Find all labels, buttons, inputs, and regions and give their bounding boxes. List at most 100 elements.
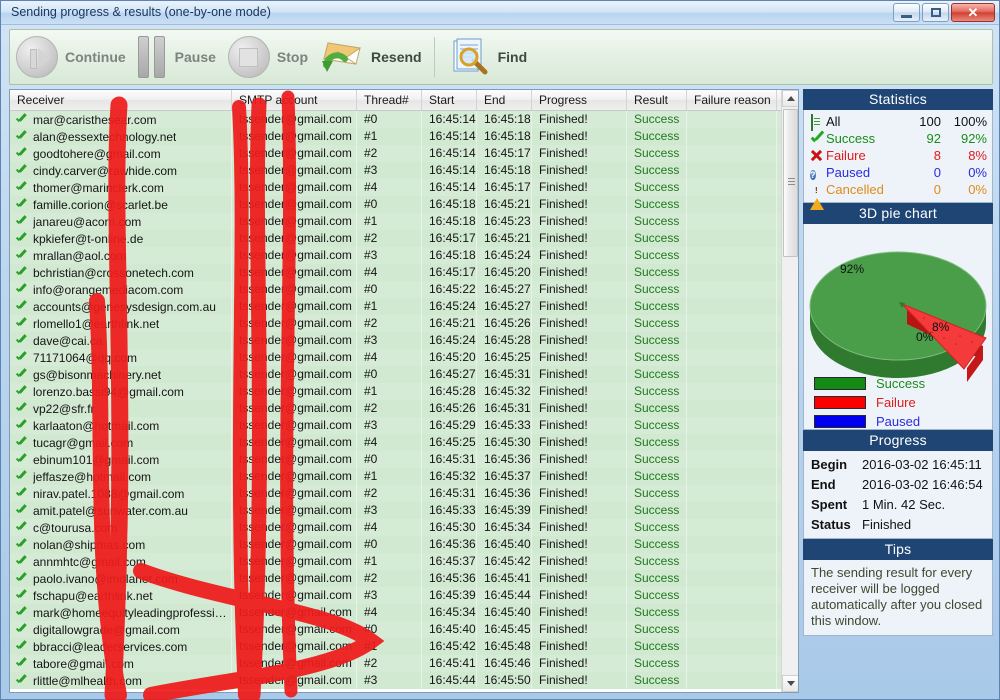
- cell-progress: Finished!: [532, 383, 627, 400]
- cell-result: Success: [627, 247, 687, 264]
- progress-value: Finished: [862, 517, 911, 532]
- table-row[interactable]: lorenzo.bassi94@gmail.comtssender@gmail.…: [10, 383, 782, 400]
- stop-button[interactable]: Stop: [222, 31, 314, 83]
- column-header-result[interactable]: Result: [627, 90, 687, 110]
- cell-reason: [687, 315, 777, 332]
- cell-reason: [687, 400, 777, 417]
- table-row[interactable]: tucagr@gmail.comtssender@gmail.com#416:4…: [10, 434, 782, 451]
- table-row[interactable]: alan@essextechnology.nettssender@gmail.c…: [10, 128, 782, 145]
- table-row[interactable]: 71171064@qq.comtssender@gmail.com#416:45…: [10, 349, 782, 366]
- scroll-down-button[interactable]: [782, 675, 799, 692]
- close-button[interactable]: ✕: [951, 3, 995, 22]
- table-row[interactable]: kpkiefer@t-online.detssender@gmail.com#2…: [10, 230, 782, 247]
- cell-end: 16:45:26: [477, 315, 532, 332]
- cell-start: 16:45:17: [422, 264, 477, 281]
- table-row[interactable]: tabore@gmail.comtssender@gmail.com#216:4…: [10, 655, 782, 672]
- pause-button[interactable]: Pause: [132, 31, 222, 83]
- column-header-progress[interactable]: Progress: [532, 90, 627, 110]
- pause-label: Pause: [175, 49, 216, 65]
- table-row[interactable]: ebinum101@gmail.comtssender@gmail.com#01…: [10, 451, 782, 468]
- cell-smtp: tssender@gmail.com: [232, 655, 357, 672]
- table-row[interactable]: accounts@genesysdesign.com.autssender@gm…: [10, 298, 782, 315]
- cell-reason: [687, 485, 777, 502]
- table-row[interactable]: c@tourusa.comtssender@gmail.com#416:45:3…: [10, 519, 782, 536]
- find-button[interactable]: Find: [441, 31, 534, 83]
- table-row[interactable]: amit.patel@sunwater.com.autssender@gmail…: [10, 502, 782, 519]
- cell-start: 16:45:33: [422, 502, 477, 519]
- column-header-start[interactable]: Start: [422, 90, 477, 110]
- cell-thread: #0: [357, 536, 422, 553]
- cell-start: 16:45:44: [422, 672, 477, 689]
- table-row[interactable]: karlaaton@hotmail.comtssender@gmail.com#…: [10, 417, 782, 434]
- column-header-receiver[interactable]: Receiver: [10, 90, 232, 110]
- table-row[interactable]: cindy.carver@rawhide.comtssender@gmail.c…: [10, 162, 782, 179]
- table-row[interactable]: info@orangemediacom.comtssender@gmail.co…: [10, 281, 782, 298]
- cell-end: 16:45:36: [477, 451, 532, 468]
- pie-chart-graphic: 92% 8% 0%: [804, 228, 992, 388]
- cell-result: Success: [627, 281, 687, 298]
- legend-label: Success: [876, 376, 925, 391]
- column-header-smtp-account[interactable]: SMTP account: [232, 90, 357, 110]
- vertical-scrollbar[interactable]: [781, 90, 798, 692]
- cell-start: 16:45:42: [422, 638, 477, 655]
- cell-reason: [687, 604, 777, 621]
- minimize-button[interactable]: [893, 3, 920, 22]
- cell-receiver: lorenzo.bassi94@gmail.com: [10, 383, 232, 400]
- chevron-down-icon: [787, 681, 795, 686]
- continue-button[interactable]: Continue: [10, 31, 132, 83]
- table-row[interactable]: vp22@sfr.frtssender@gmail.com#216:45:261…: [10, 400, 782, 417]
- cell-smtp: tssender@gmail.com: [232, 519, 357, 536]
- cell-end: 16:45:44: [477, 587, 532, 604]
- row-check-icon: [15, 335, 28, 347]
- column-header-thread-[interactable]: Thread#: [357, 90, 422, 110]
- table-row[interactable]: bchristian@crossonetech.comtssender@gmai…: [10, 264, 782, 281]
- cell-smtp: tssender@gmail.com: [232, 434, 357, 451]
- cell-reason: [687, 417, 777, 434]
- table-row[interactable]: paolo.ivano@imolanet.comtssender@gmail.c…: [10, 570, 782, 587]
- play-icon: [16, 36, 58, 78]
- table-row[interactable]: annmhtc@gmail.comtssender@gmail.com#116:…: [10, 553, 782, 570]
- table-row[interactable]: jeffasze@hotmail.comtssender@gmail.com#1…: [10, 468, 782, 485]
- table-row[interactable]: bbracci@leaderservices.comtssender@gmail…: [10, 638, 782, 655]
- row-check-icon: [15, 675, 28, 687]
- table-row[interactable]: rlomello1@earthlink.nettssender@gmail.co…: [10, 315, 782, 332]
- cell-end: 16:45:18: [477, 128, 532, 145]
- table-row[interactable]: famille.corion@scarlet.betssender@gmail.…: [10, 196, 782, 213]
- legend-label: Failure: [876, 395, 916, 410]
- cell-end: 16:45:24: [477, 247, 532, 264]
- cell-thread: #0: [357, 451, 422, 468]
- table-row[interactable]: thomer@marinclerk.comtssender@gmail.com#…: [10, 179, 782, 196]
- cell-smtp: tssender@gmail.com: [232, 332, 357, 349]
- cell-smtp: tssender@gmail.com: [232, 349, 357, 366]
- stat-row-paused: ?Paused00%: [809, 164, 987, 181]
- statistics-list: All100100%Success9292%Failure88%?Paused0…: [804, 110, 992, 202]
- column-header-failure-reason[interactable]: Failure reason: [687, 90, 777, 110]
- receiver-text: c@tourusa.com: [33, 521, 117, 535]
- table-row[interactable]: janareu@acorn.comtssender@gmail.com#116:…: [10, 213, 782, 230]
- maximize-button[interactable]: [922, 3, 949, 22]
- table-row[interactable]: nirav.patel.1088@gmail.comtssender@gmail…: [10, 485, 782, 502]
- scrollbar-thumb[interactable]: [783, 109, 798, 257]
- table-row[interactable]: digitallowgrade@gmail.comtssender@gmail.…: [10, 621, 782, 638]
- row-check-icon: [15, 284, 28, 296]
- cell-progress: Finished!: [532, 485, 627, 502]
- table-row[interactable]: mar@caristhesear.comtssender@gmail.com#0…: [10, 111, 782, 128]
- receiver-text: mark@homeequityleadingprofessional…: [33, 606, 231, 620]
- cell-start: 16:45:31: [422, 485, 477, 502]
- window-title: Sending progress & results (one-by-one m…: [11, 5, 271, 19]
- row-check-icon: [15, 505, 28, 517]
- table-row[interactable]: dave@cai.catssender@gmail.com#316:45:241…: [10, 332, 782, 349]
- column-header-end[interactable]: End: [477, 90, 532, 110]
- table-row[interactable]: nolan@shipmas.comtssender@gmail.com#016:…: [10, 536, 782, 553]
- table-row[interactable]: mark@homeequityleadingprofessional…tssen…: [10, 604, 782, 621]
- resend-button[interactable]: Resend: [314, 31, 428, 83]
- receiver-text: amit.patel@sunwater.com.au: [33, 504, 188, 518]
- table-body[interactable]: mar@caristhesear.comtssender@gmail.com#0…: [10, 111, 782, 693]
- table-row[interactable]: gs@bisonmachinery.nettssender@gmail.com#…: [10, 366, 782, 383]
- scroll-up-button[interactable]: [782, 90, 799, 107]
- table-row[interactable]: rlittle@mlhealth.comtssender@gmail.com#3…: [10, 672, 782, 689]
- cell-thread: #2: [357, 230, 422, 247]
- table-row[interactable]: goodtohere@gmail.comtssender@gmail.com#2…: [10, 145, 782, 162]
- table-row[interactable]: mrallan@aol.comtssender@gmail.com#316:45…: [10, 247, 782, 264]
- table-row[interactable]: fschapu@earthlink.nettssender@gmail.com#…: [10, 587, 782, 604]
